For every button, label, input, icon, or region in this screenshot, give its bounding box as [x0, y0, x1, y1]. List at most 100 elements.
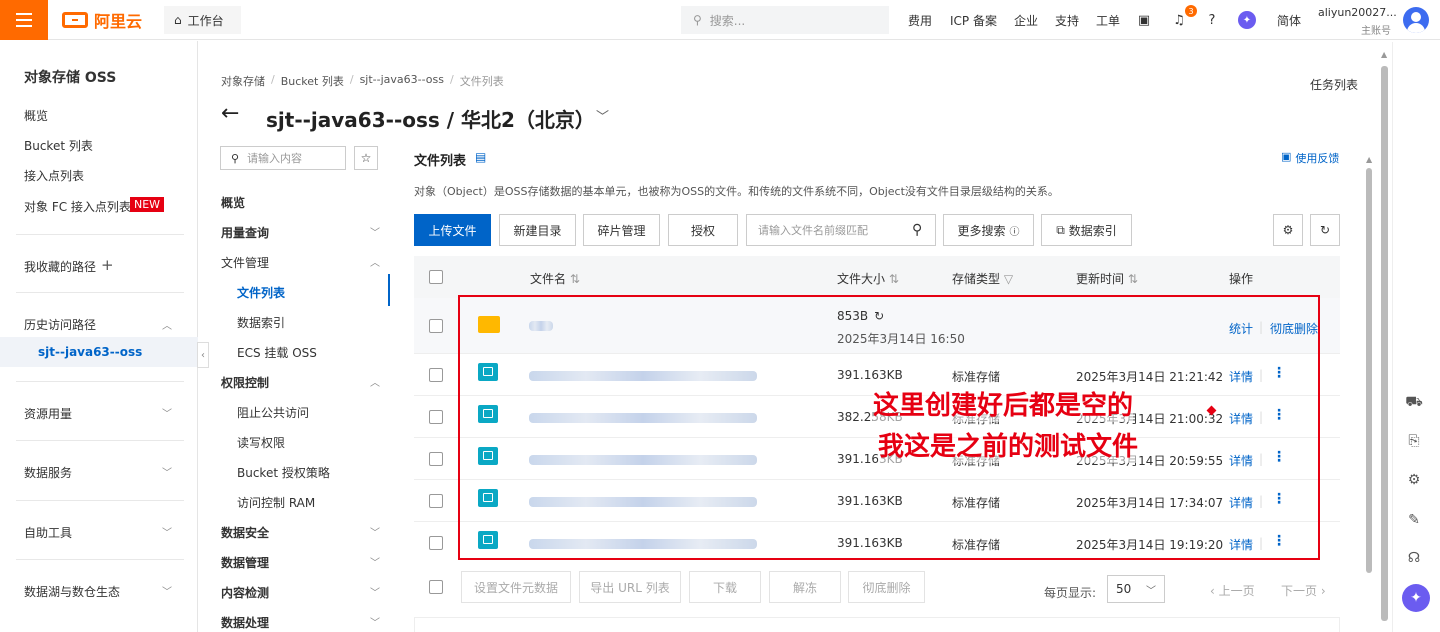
language-switch[interactable]: 简体: [1277, 0, 1301, 40]
workbench-button[interactable]: ⌂ 工作台: [164, 6, 241, 34]
mid-nav-ram[interactable]: 访问控制 RAM: [237, 494, 315, 511]
document-icon[interactable]: ⎘: [1404, 431, 1424, 451]
sidebar-item-access-points[interactable]: 接入点列表: [24, 167, 84, 184]
chevron-down-icon[interactable]: ﹀: [162, 583, 172, 598]
file-prefix-search-input[interactable]: 请输入文件名前缀匹配: [746, 214, 936, 246]
set-metadata-button[interactable]: 设置文件元数据: [461, 571, 571, 603]
history-item[interactable]: sjt--java63--oss: [38, 345, 142, 359]
mid-nav-data-security[interactable]: 数据安全: [221, 524, 269, 541]
next-page-button[interactable]: 下一页 ›: [1281, 582, 1326, 599]
row-checkbox[interactable]: [429, 452, 443, 466]
chevron-down-icon[interactable]: ﹀: [162, 405, 172, 420]
column-storage-type[interactable]: 存储类型 ▽: [952, 270, 1013, 287]
sort-icon[interactable]: ⇅: [1128, 272, 1138, 286]
chevron-down-icon[interactable]: ﹀: [370, 524, 380, 539]
mid-nav-data-management[interactable]: 数据管理: [221, 554, 269, 571]
headset-icon[interactable]: ☊: [1404, 548, 1424, 568]
scroll-up-icon[interactable]: ▲: [1366, 155, 1372, 164]
chevron-up-icon[interactable]: ︿: [162, 317, 172, 332]
help-icon[interactable]: ?: [1203, 11, 1221, 29]
mid-nav-file-list[interactable]: 文件列表: [237, 284, 285, 301]
nav-icp[interactable]: ICP 备案: [950, 0, 997, 40]
star-icon[interactable]: ☆: [354, 146, 378, 170]
mid-nav-usage[interactable]: 用量查询: [221, 224, 269, 241]
row-checkbox[interactable]: [429, 494, 443, 508]
chevron-down-icon[interactable]: ﹀: [370, 584, 380, 599]
breadcrumb-oss[interactable]: 对象存储: [221, 73, 265, 89]
ai-assistant-icon[interactable]: ✦: [1402, 584, 1430, 612]
select-all-checkbox[interactable]: [429, 270, 443, 284]
authorize-button[interactable]: 授权: [668, 214, 738, 246]
mid-nav-content-detection[interactable]: 内容检测: [221, 584, 269, 601]
row-checkbox[interactable]: [429, 368, 443, 382]
chevron-down-icon[interactable]: ﹀: [370, 614, 380, 629]
new-directory-button[interactable]: 新建目录: [499, 214, 576, 246]
mid-nav-rw-permission[interactable]: 读写权限: [237, 434, 285, 451]
back-arrow-icon[interactable]: ←: [221, 101, 239, 126]
group-data-services[interactable]: 数据服务: [24, 464, 72, 481]
nav-support[interactable]: 支持: [1055, 0, 1079, 40]
prev-page-button[interactable]: ‹ 上一页: [1210, 582, 1255, 599]
sidebar-item-fc-access-points[interactable]: 对象 FC 接入点列表: [24, 198, 131, 215]
chevron-down-icon[interactable]: ﹀: [162, 464, 172, 479]
more-search-button[interactable]: 更多搜索 ⓘ: [943, 214, 1034, 246]
sort-icon[interactable]: ⇅: [889, 272, 899, 286]
group-resource-usage[interactable]: 资源用量: [24, 405, 72, 422]
user-name[interactable]: aliyun20027...: [1318, 6, 1397, 19]
chevron-up-icon[interactable]: ︿: [370, 254, 380, 269]
history-label[interactable]: 历史访问路径: [24, 316, 96, 333]
add-favorite-icon[interactable]: +: [101, 256, 114, 274]
fragment-management-button[interactable]: 碎片管理: [583, 214, 660, 246]
mid-nav-block-public[interactable]: 阻止公共访问: [237, 404, 309, 421]
breadcrumb-bucket[interactable]: sjt--java63--oss: [360, 73, 444, 89]
logo[interactable]: 阿里云: [62, 10, 142, 31]
sidebar-item-overview[interactable]: 概览: [24, 107, 48, 124]
group-self-service-tools[interactable]: 自助工具: [24, 524, 72, 541]
doc-icon[interactable]: ▤: [475, 150, 486, 164]
terminal-icon[interactable]: ▣: [1135, 11, 1153, 29]
row-checkbox[interactable]: [429, 410, 443, 424]
refresh-icon[interactable]: ↻: [1310, 214, 1340, 246]
cart-icon[interactable]: ⛟: [1404, 393, 1424, 413]
row-checkbox[interactable]: [429, 536, 443, 550]
data-index-button[interactable]: ⧉ 数据索引: [1041, 214, 1132, 246]
mid-nav-file-management[interactable]: 文件管理: [221, 254, 269, 271]
menu-icon[interactable]: [0, 0, 48, 40]
feedback-link[interactable]: ▣ 使用反馈: [1281, 150, 1339, 166]
nav-fees[interactable]: 费用: [908, 0, 932, 40]
download-button[interactable]: 下载: [689, 571, 761, 603]
task-list-link[interactable]: 任务列表: [1310, 76, 1358, 93]
sidebar-item-bucket-list[interactable]: Bucket 列表: [24, 137, 93, 154]
inner-scrollbar-thumb[interactable]: [1366, 168, 1372, 573]
chevron-down-icon[interactable]: ﹀: [162, 524, 172, 539]
mid-nav-bucket-policy[interactable]: Bucket 授权策略: [237, 464, 330, 481]
sort-icon[interactable]: ⇅: [570, 272, 580, 286]
edit-icon[interactable]: ✎: [1404, 510, 1424, 530]
chevron-down-icon[interactable]: ﹀: [370, 224, 380, 239]
menu-search-input[interactable]: ⚲ 请输入内容: [220, 146, 346, 170]
avatar[interactable]: [1403, 7, 1429, 33]
mid-nav-data-processing[interactable]: 数据处理: [221, 614, 269, 631]
export-url-button[interactable]: 导出 URL 列表: [579, 571, 681, 603]
restore-button[interactable]: 解冻: [769, 571, 841, 603]
chevron-up-icon[interactable]: ︿: [370, 374, 380, 389]
filter-icon[interactable]: ▽: [1004, 272, 1013, 286]
column-filename[interactable]: 文件名 ⇅: [530, 270, 580, 287]
mid-nav-data-index[interactable]: 数据索引: [237, 314, 285, 331]
chevron-down-icon[interactable]: ﹀: [370, 554, 380, 569]
column-size[interactable]: 文件大小 ⇅: [837, 270, 899, 287]
scroll-up-icon[interactable]: ▲: [1381, 50, 1387, 59]
settings-icon[interactable]: ⚙: [1404, 470, 1424, 490]
global-search-input[interactable]: ⚲ 搜索...: [681, 6, 889, 34]
row-checkbox[interactable]: [429, 319, 443, 333]
column-updated[interactable]: 更新时间 ⇅: [1076, 270, 1138, 287]
page-scrollbar-thumb[interactable]: [1381, 66, 1388, 621]
nav-ticket[interactable]: 工单: [1096, 0, 1120, 40]
select-all-bottom-checkbox[interactable]: [429, 580, 443, 594]
mid-nav-access-control[interactable]: 权限控制: [221, 374, 269, 391]
mid-nav-ecs-mount[interactable]: ECS 挂载 OSS: [237, 344, 317, 361]
nav-enterprise[interactable]: 企业: [1014, 0, 1038, 40]
settings-icon[interactable]: ⚙: [1273, 214, 1303, 246]
breadcrumb-bucket-list[interactable]: Bucket 列表: [281, 73, 344, 89]
mid-nav-overview[interactable]: 概览: [221, 194, 245, 211]
